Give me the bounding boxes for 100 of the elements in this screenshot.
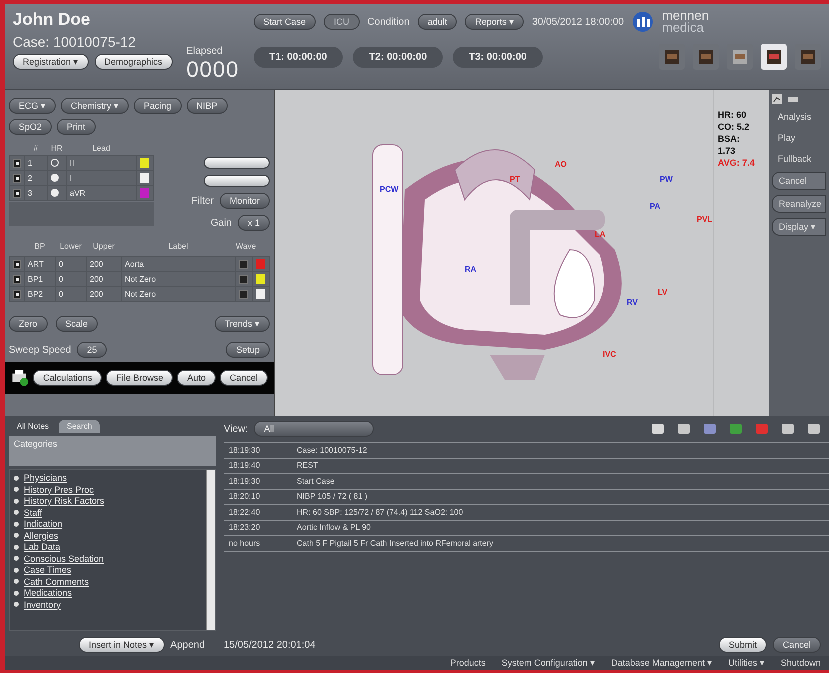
header-button[interactable]: Demographics [94,54,173,70]
toolbar-button[interactable]: File Browse [106,370,174,386]
toolbar-icon[interactable] [677,422,691,436]
gain-select[interactable]: x 1 [238,215,270,231]
label-select[interactable]: Not Zero [122,287,235,301]
submit-button[interactable]: Submit [718,637,767,653]
category-link[interactable]: History Pres Proc [10,484,105,495]
notes-tab[interactable]: Search [59,420,100,433]
upper-select[interactable]: 200 [87,287,121,301]
toolbar-button[interactable]: Cancel [220,370,268,386]
insert-button[interactable]: Insert in Notes ▾ [79,637,165,653]
diagram-label: RV [627,298,638,307]
view-button[interactable] [761,44,787,70]
sidebar-item[interactable]: Display ▾ [772,218,826,236]
table-cell: 2 [25,171,47,185]
lead-select[interactable]: aVR [67,186,136,200]
header-button[interactable]: Registration ▾ [13,54,89,70]
scrollbar[interactable] [206,470,215,630]
lower-select[interactable]: 0 [56,272,86,286]
sidebar-item[interactable]: Analysis [772,109,826,125]
module-button[interactable]: SpO2 [9,119,52,135]
toolbar-icon[interactable] [651,422,665,436]
row-checkbox[interactable] [13,274,21,284]
row-checkbox[interactable] [13,290,21,298]
trends-button[interactable]: Trends ▾ [214,316,270,332]
category-link[interactable]: History Risk Factors [10,496,105,506]
toolbar-button[interactable]: Auto [177,370,216,386]
zero-button[interactable]: Zero [9,316,48,332]
menu-item[interactable]: Database Management ▾ [611,658,712,668]
hr-radio[interactable] [51,189,59,197]
view-select[interactable]: All [254,421,374,437]
category-link[interactable]: Case Times [10,565,105,576]
lead-select[interactable]: II [67,156,136,170]
column-header: Lower [59,242,83,251]
diagram-label: PT [510,175,520,184]
sidebar-item[interactable]: Fullback [772,151,826,167]
hr-radio[interactable] [51,159,59,167]
module-button[interactable]: ECG ▾ [9,98,56,114]
category-link[interactable]: Inventory [10,600,105,610]
menu-item[interactable]: Shutdown [780,658,821,668]
category-link[interactable]: Medications [10,588,105,598]
elapsed-counter: 0000 [186,57,240,83]
toolbar-icon[interactable] [703,422,717,436]
row-checkbox[interactable] [13,158,21,168]
lower-select[interactable]: 0 [56,287,86,301]
log-entry: Aortic Inflow & PL 90 [296,523,372,532]
reports-button[interactable]: Reports ▾ [465,14,524,30]
category-link[interactable]: Conscious Sedation [10,554,105,564]
setup-button[interactable]: Setup [226,342,270,358]
notes-tab[interactable]: All Notes [9,420,58,433]
category-link[interactable]: Lab Data [10,542,105,552]
vital-reading: HR: 60 [718,110,748,120]
module-button[interactable]: NIBP [186,98,228,114]
toolbar-icon[interactable] [807,422,821,436]
log-time: 18:23:20 [228,523,262,532]
cancel-button[interactable]: Cancel [772,637,821,653]
toolbar-icon[interactable] [729,422,743,436]
upper-select[interactable]: 200 [87,257,121,271]
label-select[interactable]: Not Zero [122,272,235,286]
lead-select[interactable]: I [67,171,136,185]
sweep-speed-select[interactable]: 25 [77,342,108,358]
channel-button[interactable] [204,175,270,187]
module-button[interactable]: Print [57,119,96,135]
category-link[interactable]: Allergies [10,530,105,541]
timer-display: T2: 00:00:00 [353,46,444,68]
menu-item[interactable]: Utilities ▾ [728,658,765,668]
category-link[interactable]: Indication [10,519,105,530]
category-link[interactable]: Cath Comments [10,576,105,587]
category-link[interactable]: Staff [10,508,105,518]
lower-select[interactable]: 0 [56,257,86,271]
row-checkbox[interactable] [13,260,21,268]
filter-select[interactable]: Monitor [220,193,270,209]
upper-select[interactable]: 200 [87,272,121,286]
diagram-label: RA [465,265,477,274]
condition-select[interactable]: adult [418,14,458,30]
row-checkbox[interactable] [13,174,21,182]
menu-item[interactable]: System Configuration ▾ [502,658,596,668]
log-time: 18:20:10 [228,492,262,502]
label-select[interactable]: Aorta [122,257,235,271]
sidebar-item[interactable]: Play [772,130,826,146]
column-header: Label [168,242,190,251]
diagram-label: IVC [603,350,616,359]
categories-header: Categories [9,436,216,466]
sidebar-item[interactable]: Reanalyze [772,195,826,213]
channel-button[interactable] [204,157,270,169]
table-cell: BP1 [25,272,55,286]
module-button[interactable]: Chemistry ▾ [61,98,130,114]
module-button[interactable]: Pacing [134,98,182,114]
toolbar-button[interactable]: Calculations [33,370,102,386]
log-entry: NIBP 105 / 72 ( 81 ) [296,492,369,502]
sidebar-item[interactable]: Cancel [772,172,826,190]
hr-radio[interactable] [51,174,59,182]
menu-item[interactable]: Products [450,658,486,668]
scale-button[interactable]: Scale [56,316,98,332]
action-button[interactable]: Start Case [254,14,316,30]
row-checkbox[interactable] [13,188,21,198]
filter-label: Filter [192,196,214,206]
chart-icon [772,94,782,104]
category-link[interactable]: Physicians [10,473,105,484]
toolbar-icon[interactable] [781,422,795,436]
